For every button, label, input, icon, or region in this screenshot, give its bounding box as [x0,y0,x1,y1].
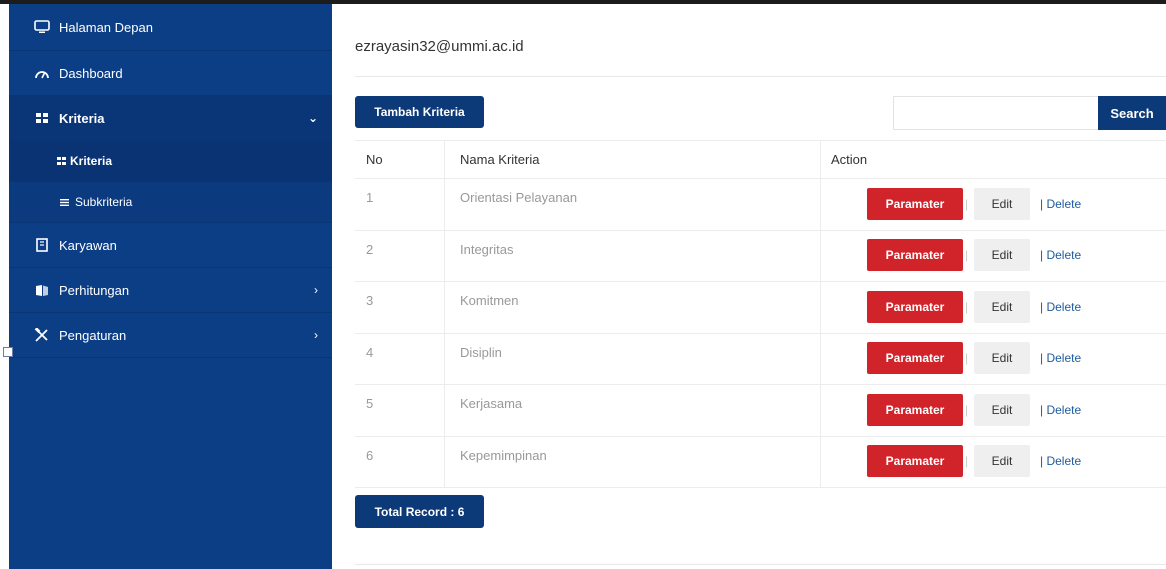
delete-link[interactable]: | Delete [1040,197,1081,211]
paramater-button[interactable]: Paramater [867,445,963,477]
sidebar-item-label: Pengaturan [59,327,127,343]
sidebar-item-halaman-depan[interactable]: Halaman Depan [9,4,332,51]
footer-divider [355,564,1166,565]
grid-icon [33,110,51,126]
paramater-button[interactable]: Paramater [867,291,963,323]
delete-link[interactable]: | Delete [1040,248,1081,262]
column-header-nama-kriteria: Nama Kriteria [445,141,821,178]
row-nama-kriteria: Kepemimpinan [445,436,821,487]
paramater-button[interactable]: Paramater [867,394,963,426]
sidebar-item-kriteria-group[interactable]: Kriteria ⌄ [9,96,332,141]
sidebar-item-karyawan[interactable]: Karyawan [9,223,332,268]
chevron-right-icon: › [314,328,318,342]
folder-icon [33,282,51,298]
sidebar-subitem-subkriteria[interactable]: Subkriteria [9,182,332,223]
sidebar-item-perhitungan[interactable]: Perhitungan › [9,268,332,313]
book-icon [33,237,51,253]
row-number: 4 [355,333,445,384]
user-email: ezrayasin32@ummi.ac.id [355,38,524,55]
column-header-action: Action [831,152,868,167]
action-separator: | [965,351,969,365]
kriteria-table: No Nama Kriteria Action 1 Orientasi Pelay… [355,140,1166,488]
add-kriteria-button[interactable]: Tambah Kriteria [355,96,484,128]
total-record-badge: Total Record : 6 [355,495,484,528]
delete-link[interactable]: | Delete [1040,403,1081,417]
header-divider [355,76,1166,77]
paramater-button[interactable]: Paramater [867,188,963,220]
sidebar-item-dashboard[interactable]: Dashboard [9,51,332,96]
row-nama-kriteria: Integritas [445,230,821,281]
edit-button[interactable]: Edit [974,291,1030,323]
chevron-down-icon: ⌄ [307,111,318,125]
action-separator: | [965,248,969,262]
sidebar-item-label: Subkriteria [75,195,133,209]
sidebar-item-label: Kriteria [70,154,113,168]
main-content: ezrayasin32@ummi.ac.id Tambah Kriteria S… [332,4,1166,569]
action-separator: | [965,454,969,468]
search-input[interactable] [893,96,1099,130]
edit-button[interactable]: Edit [974,445,1030,477]
row-nama-kriteria: Kerjasama [445,385,821,436]
edit-button[interactable]: Edit [974,188,1030,220]
search-button[interactable]: Search [1098,96,1166,130]
delete-link[interactable]: | Delete [1040,351,1081,365]
sidebar-item-pengaturan[interactable]: Pengaturan › [9,313,332,358]
row-number: 6 [355,436,445,487]
column-header-no: No [355,141,445,178]
row-number: 5 [355,385,445,436]
row-number: 2 [355,230,445,281]
delete-link[interactable]: | Delete [1040,454,1081,468]
action-separator: | [965,403,969,417]
sidebar-item-label: Dashboard [59,65,123,81]
sidebar-item-label: Kriteria [59,110,105,126]
dashboard-icon [33,65,51,81]
row-nama-kriteria: Orientasi Pelayanan [445,179,821,230]
row-number: 1 [355,179,445,230]
action-separator: | [965,300,969,314]
paramater-button[interactable]: Paramater [867,342,963,374]
row-nama-kriteria: Komitmen [445,282,821,333]
action-separator: | [965,197,969,211]
sidebar: Halaman Depan Dashboard Kriteria ⌄ Krite… [9,4,332,569]
monitor-icon [33,19,51,35]
table-header-row: No Nama Kriteria Action [355,141,1166,179]
sidebar-item-label: Halaman Depan [59,19,153,35]
sidebar-item-label: Karyawan [59,237,117,253]
resize-handle[interactable] [3,347,13,357]
row-number: 3 [355,282,445,333]
edit-button[interactable]: Edit [974,394,1030,426]
edit-button[interactable]: Edit [974,342,1030,374]
tools-icon [33,327,51,343]
list-icon [59,194,69,210]
delete-link[interactable]: | Delete [1040,300,1081,314]
grid-icon [56,153,66,169]
chevron-right-icon: › [314,283,318,297]
sidebar-item-label: Perhitungan [59,282,130,298]
sidebar-subitem-kriteria[interactable]: Kriteria [9,141,332,182]
row-nama-kriteria: Disiplin [445,333,821,384]
edit-button[interactable]: Edit [974,239,1030,271]
paramater-button[interactable]: Paramater [867,239,963,271]
